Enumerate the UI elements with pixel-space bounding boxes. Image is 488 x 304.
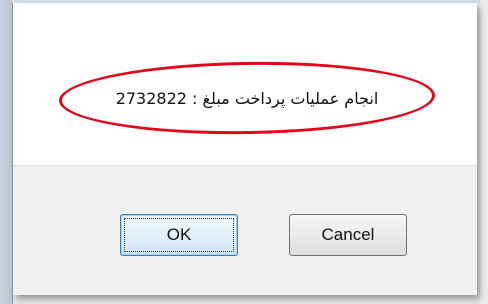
alert-dialog: انجام عملیات پرداخت مبلغ : 2732822 OK Ca… (13, 3, 477, 295)
cancel-button-label: Cancel (321, 225, 375, 244)
cancel-button[interactable]: Cancel (289, 214, 407, 256)
focus-ring (124, 218, 234, 252)
dialog-content: انجام عملیات پرداخت مبلغ : 2732822 (13, 3, 477, 165)
background-edge (480, 0, 488, 304)
dialog-message: انجام عملیات پرداخت مبلغ : 2732822 (115, 88, 379, 108)
window-frame-left (0, 0, 13, 304)
ok-button[interactable]: OK (120, 214, 238, 256)
dialog-footer: OK Cancel (13, 165, 477, 296)
message-area: انجام عملیات پرداخت مبلغ : 2732822 (58, 59, 436, 137)
